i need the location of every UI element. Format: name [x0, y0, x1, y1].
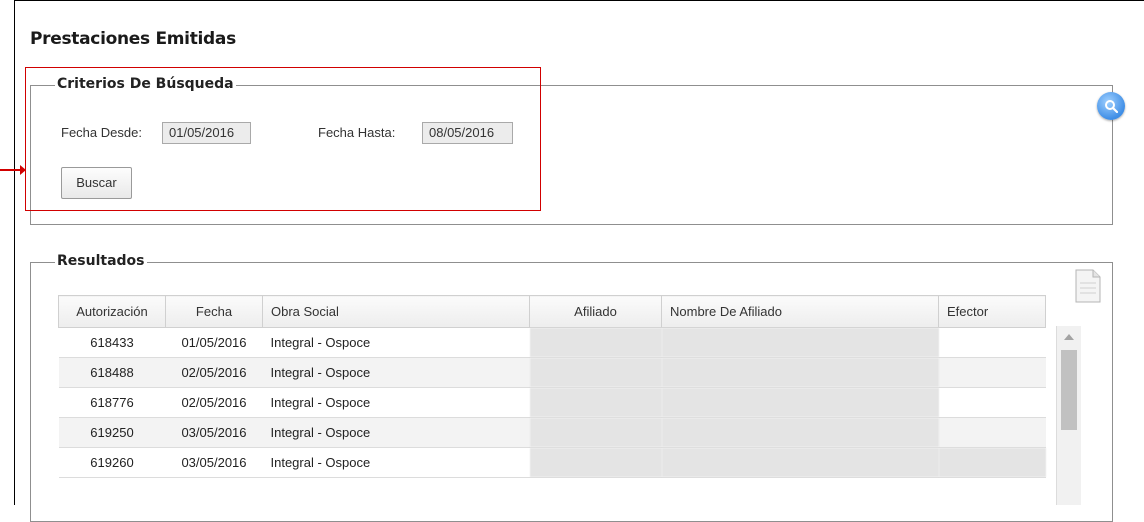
cell-afiliado-redacted — [529, 327, 662, 358]
cell-autorizacion: 618488 — [58, 357, 166, 388]
cell-efector — [938, 357, 1046, 388]
cell-efector-redacted — [938, 447, 1046, 478]
cell-fecha: 01/05/2016 — [165, 327, 263, 358]
cell-obra-social: Integral - Ospoce — [262, 417, 530, 448]
cell-obra-social: Integral - Ospoce — [262, 447, 530, 478]
column-header-efector[interactable]: Efector — [938, 295, 1046, 328]
cell-efector — [938, 387, 1046, 418]
cell-fecha: 03/05/2016 — [165, 447, 263, 478]
cell-autorizacion: 619260 — [58, 447, 166, 478]
cell-nombre-redacted — [661, 417, 939, 448]
annotation-highlight-box — [25, 67, 541, 211]
table-header-row: Autorización Fecha Obra Social Afiliado … — [58, 295, 1046, 328]
column-header-obra-social[interactable]: Obra Social — [262, 295, 530, 328]
cell-efector — [938, 327, 1046, 358]
column-header-fecha[interactable]: Fecha — [165, 295, 263, 328]
scrollbar-thumb[interactable] — [1061, 350, 1077, 430]
cell-afiliado-redacted — [529, 417, 662, 448]
cell-afiliado-redacted — [529, 387, 662, 418]
cell-nombre-redacted — [661, 327, 939, 358]
column-header-autorizacion[interactable]: Autorización — [58, 295, 166, 328]
cell-autorizacion: 618776 — [58, 387, 166, 418]
table-row[interactable]: 618488 02/05/2016 Integral - Ospoce — [58, 357, 1046, 388]
column-header-afiliado[interactable]: Afiliado — [529, 295, 662, 328]
cell-autorizacion: 618433 — [58, 327, 166, 358]
cell-fecha: 03/05/2016 — [165, 417, 263, 448]
cell-fecha: 02/05/2016 — [165, 357, 263, 388]
cell-afiliado-redacted — [529, 447, 662, 478]
scroll-up-arrow-icon[interactable] — [1064, 334, 1074, 340]
cell-nombre-redacted — [661, 357, 939, 388]
results-scrollbar[interactable] — [1056, 326, 1081, 505]
search-icon — [1105, 100, 1118, 113]
cell-nombre-redacted — [661, 447, 939, 478]
cell-autorizacion: 619250 — [58, 417, 166, 448]
table-row[interactable]: 619250 03/05/2016 Integral - Ospoce — [58, 417, 1046, 448]
search-button[interactable] — [1097, 92, 1125, 120]
cell-afiliado-redacted — [529, 357, 662, 388]
table-row[interactable]: 619260 03/05/2016 Integral - Ospoce — [58, 447, 1046, 478]
cell-fecha: 02/05/2016 — [165, 387, 263, 418]
table-row[interactable]: 618776 02/05/2016 Integral - Ospoce — [58, 387, 1046, 418]
results-legend: Resultados — [55, 253, 147, 269]
cell-obra-social: Integral - Ospoce — [262, 387, 530, 418]
annotation-arrow — [0, 165, 26, 175]
results-table: Autorización Fecha Obra Social Afiliado … — [58, 295, 1046, 478]
cell-obra-social: Integral - Ospoce — [262, 327, 530, 358]
cell-nombre-redacted — [661, 387, 939, 418]
cell-obra-social: Integral - Ospoce — [262, 357, 530, 388]
document-icon[interactable] — [1073, 269, 1103, 303]
cell-efector — [938, 417, 1046, 448]
table-row[interactable]: 618433 01/05/2016 Integral - Ospoce — [58, 327, 1046, 358]
column-header-nombre-afiliado[interactable]: Nombre De Afiliado — [661, 295, 939, 328]
page-title: Prestaciones Emitidas — [30, 29, 236, 49]
